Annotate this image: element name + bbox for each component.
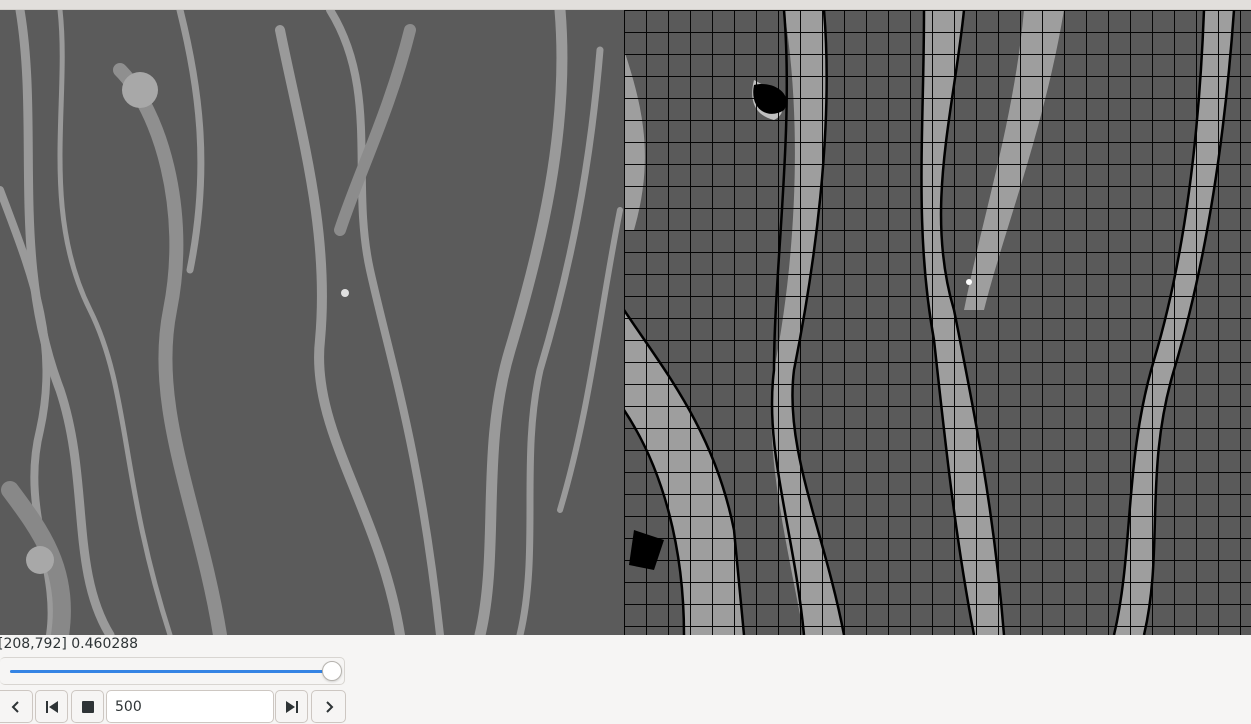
skip-to-end-icon xyxy=(285,700,299,714)
window-top-edge xyxy=(0,0,1251,10)
slider-track[interactable] xyxy=(10,670,332,673)
first-frame-button[interactable] xyxy=(35,690,68,723)
skip-to-start-icon xyxy=(45,700,59,714)
last-frame-button[interactable] xyxy=(275,690,308,723)
stop-icon xyxy=(81,700,94,713)
raw-microscopy-image xyxy=(0,10,624,635)
cursor-coordinate-readout: [208,792] 0.460288 xyxy=(0,636,139,652)
stop-button[interactable] xyxy=(71,690,104,723)
image-viewer[interactable] xyxy=(0,10,1251,635)
slider-handle[interactable] xyxy=(322,661,342,681)
chevron-right-icon xyxy=(322,700,336,714)
slider-fill xyxy=(10,670,332,673)
chevron-left-icon xyxy=(9,700,23,714)
raw-image-pane[interactable] xyxy=(0,10,624,635)
segmented-image-pane[interactable] xyxy=(624,10,1251,635)
segmentation-overlay-image xyxy=(624,10,1251,635)
frame-number-input[interactable] xyxy=(106,690,274,723)
frame-slider[interactable] xyxy=(0,657,345,685)
next-frame-button[interactable] xyxy=(311,690,346,723)
previous-frame-button[interactable] xyxy=(0,690,33,723)
